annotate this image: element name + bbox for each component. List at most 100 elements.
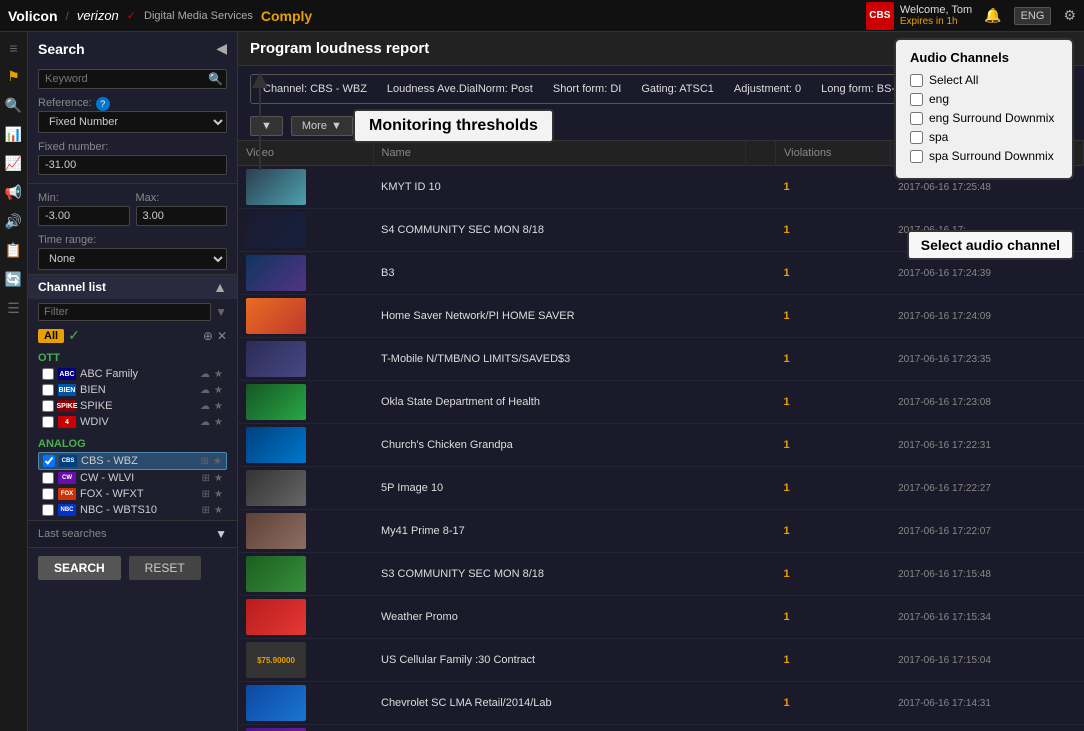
channel-item-abc[interactable]: ABC ABC Family ☁ ★ xyxy=(38,366,227,382)
rail-icon-menu[interactable]: ≡ xyxy=(9,40,17,56)
bell-icon[interactable]: 🔔 xyxy=(984,7,1001,24)
table-row[interactable]: Okla State Department of Health 1 2017-0… xyxy=(238,381,1084,424)
rail-icon-list[interactable]: 📋 xyxy=(5,242,22,259)
channel-star-icon-wdiv[interactable]: ★ xyxy=(214,417,223,428)
audio-checkbox-eng-surround[interactable] xyxy=(910,112,923,125)
channel-item-bien[interactable]: BIEN BIEN ☁ ★ xyxy=(38,382,227,398)
table-row[interactable]: My41 Prime 8-17 1 2017-06-16 17:22:07 xyxy=(238,510,1084,553)
channel-cloud-icon-wdiv[interactable]: ☁ xyxy=(200,417,210,428)
rail-icon-chart[interactable]: 📊 xyxy=(5,126,22,143)
channel-list-collapse-button[interactable]: ▲ xyxy=(213,279,227,295)
keyword-input[interactable] xyxy=(38,69,227,89)
channel-grid-icon-nbc[interactable]: ⊞ xyxy=(202,505,210,516)
audio-checkbox-spa-surround[interactable] xyxy=(910,150,923,163)
all-button[interactable]: All xyxy=(38,329,64,343)
channel-grid-icon-cbs[interactable]: ⊞ xyxy=(201,456,209,467)
channel-star-icon-cbs[interactable]: ★ xyxy=(213,456,222,467)
avatar: CBS xyxy=(866,2,894,30)
channel-checkbox-spike[interactable] xyxy=(42,400,54,412)
channel-checkbox-cbs[interactable] xyxy=(43,455,55,467)
channel-star-icon-spike[interactable]: ★ xyxy=(214,401,223,412)
filter-input[interactable] xyxy=(38,303,211,321)
channel-star-icon-cw[interactable]: ★ xyxy=(214,473,223,484)
cell-started: 2017-06-16 17:22:31 xyxy=(890,424,1083,467)
cell-started: 2017-06-16 17:23:08 xyxy=(890,381,1083,424)
channel-item-cbs[interactable]: CBS CBS - WBZ ⊞ ★ xyxy=(38,452,227,470)
time-range-select[interactable]: None xyxy=(38,248,227,270)
table-row[interactable]: S4 COMMUNITY SEC MON 8/18 1 2017-06-16 1… xyxy=(238,209,1084,252)
channel-cloud-icon-spike[interactable]: ☁ xyxy=(200,401,210,412)
search-buttons: SEARCH RESET xyxy=(28,547,237,588)
fixed-number-input[interactable] xyxy=(38,155,227,175)
table-row[interactable]: Michael Green 1 2017-06-16 17:14:11 xyxy=(238,725,1084,731)
min-input[interactable] xyxy=(38,206,130,226)
table-row[interactable]: Chevrolet SC LMA Retail/2014/Lab 1 2017-… xyxy=(238,682,1084,725)
search-button[interactable]: SEARCH xyxy=(38,556,121,580)
rail-icon-lines[interactable]: ☰ xyxy=(7,300,20,317)
welcome-text-block: Welcome, Tom Expires in 1h xyxy=(900,4,972,27)
cell-name: US Cellular Family :30 Contract xyxy=(373,639,745,682)
check-all-icon[interactable]: ✓ xyxy=(68,327,80,344)
channel-item-cw[interactable]: CW CW - WLVI ⊞ ★ xyxy=(38,470,227,486)
download-icon-btn[interactable]: ▼ xyxy=(250,116,283,136)
cell-thumb xyxy=(238,338,373,381)
last-searches[interactable]: Last searches ▼ xyxy=(28,520,237,547)
channel-cloud-icon-bien[interactable]: ☁ xyxy=(200,385,210,396)
table-row[interactable]: $75.90000 US Cellular Family :30 Contrac… xyxy=(238,639,1084,682)
max-input[interactable] xyxy=(136,206,228,226)
channel-checkbox-abc[interactable] xyxy=(42,368,54,380)
rail-icon-refresh[interactable]: 🔄 xyxy=(5,271,22,288)
lang-button[interactable]: ENG xyxy=(1014,7,1052,25)
channel-grid-icon-cw[interactable]: ⊞ xyxy=(202,473,210,484)
cell-started: 2017-06-16 17:24:39 xyxy=(890,252,1083,295)
reference-select[interactable]: Fixed Number xyxy=(38,111,227,133)
action-icon-1[interactable]: ⊕ xyxy=(203,329,213,343)
rail-icon-flag[interactable]: ⚑ xyxy=(7,68,20,85)
audio-checkbox-select-all[interactable] xyxy=(910,74,923,87)
channel-checkbox-fox[interactable] xyxy=(42,488,54,500)
keyword-search-icon[interactable]: 🔍 xyxy=(208,72,223,86)
help-badge[interactable]: ? xyxy=(96,97,110,111)
channel-grid-icon-fox[interactable]: ⊞ xyxy=(202,489,210,500)
rail-icon-sound[interactable]: 🔊 xyxy=(5,213,22,230)
table-row[interactable]: S3 COMMUNITY SEC MON 8/18 1 2017-06-16 1… xyxy=(238,553,1084,596)
gear-icon[interactable]: ⚙ xyxy=(1063,7,1076,24)
channel-star-icon-bien[interactable]: ★ xyxy=(214,385,223,396)
rail-icon-loud[interactable]: 📢 xyxy=(5,184,22,201)
channel-star-icon-fox[interactable]: ★ xyxy=(214,489,223,500)
channel-checkbox-bien[interactable] xyxy=(42,384,54,396)
action-icon-2[interactable]: ✕ xyxy=(217,329,227,343)
channel-item-wdiv[interactable]: 4 WDIV ☁ ★ xyxy=(38,414,227,430)
reset-button[interactable]: RESET xyxy=(129,556,201,580)
channel-cloud-icon-abc[interactable]: ☁ xyxy=(200,369,210,380)
cell-violations: 1 xyxy=(776,295,891,338)
channel-name-wdiv: WDIV xyxy=(80,416,196,428)
channel-star-icon-abc[interactable]: ★ xyxy=(214,369,223,380)
rail-icon-search[interactable]: 🔍 xyxy=(5,97,22,114)
channel-checkbox-wdiv[interactable] xyxy=(42,416,54,428)
channel-name-cw: CW - WLVI xyxy=(80,472,198,484)
cell-violations: 1 xyxy=(776,424,891,467)
collapse-search-button[interactable]: ◀ xyxy=(216,40,227,57)
table-row[interactable]: 5P Image 10 1 2017-06-16 17:22:27 xyxy=(238,467,1084,510)
channel-item-nbc[interactable]: NBC NBC - WBTS10 ⊞ ★ xyxy=(38,502,227,518)
channel-checkbox-nbc[interactable] xyxy=(42,504,54,516)
table-row[interactable]: Church's Chicken Grandpa 1 2017-06-16 17… xyxy=(238,424,1084,467)
more-button[interactable]: More ▼ xyxy=(291,116,353,136)
filter-funnel-icon[interactable]: ▼ xyxy=(215,305,227,319)
audio-checkbox-eng[interactable] xyxy=(910,93,923,106)
table-row[interactable]: Weather Promo 1 2017-06-16 17:15:34 xyxy=(238,596,1084,639)
audio-checkbox-spa[interactable] xyxy=(910,131,923,144)
channel-item-spike[interactable]: SPIKE SPIKE ☁ ★ xyxy=(38,398,227,414)
channel-checkbox-cw[interactable] xyxy=(42,472,54,484)
cell-started: 2017-06-16 17:23:35 xyxy=(890,338,1083,381)
channel-name-bien: BIEN xyxy=(80,384,196,396)
thumbnail xyxy=(246,470,306,506)
channel-logo-spike: SPIKE xyxy=(58,400,76,412)
channel-star-icon-nbc[interactable]: ★ xyxy=(214,505,223,516)
table-row[interactable]: Home Saver Network/PI HOME SAVER 1 2017-… xyxy=(238,295,1084,338)
table-row[interactable]: B3 1 2017-06-16 17:24:39 xyxy=(238,252,1084,295)
channel-item-fox[interactable]: FOX FOX - WFXT ⊞ ★ xyxy=(38,486,227,502)
table-row[interactable]: T-Mobile N/TMB/NO LIMITS/SAVED$3 1 2017-… xyxy=(238,338,1084,381)
rail-icon-graph[interactable]: 📈 xyxy=(5,155,22,172)
